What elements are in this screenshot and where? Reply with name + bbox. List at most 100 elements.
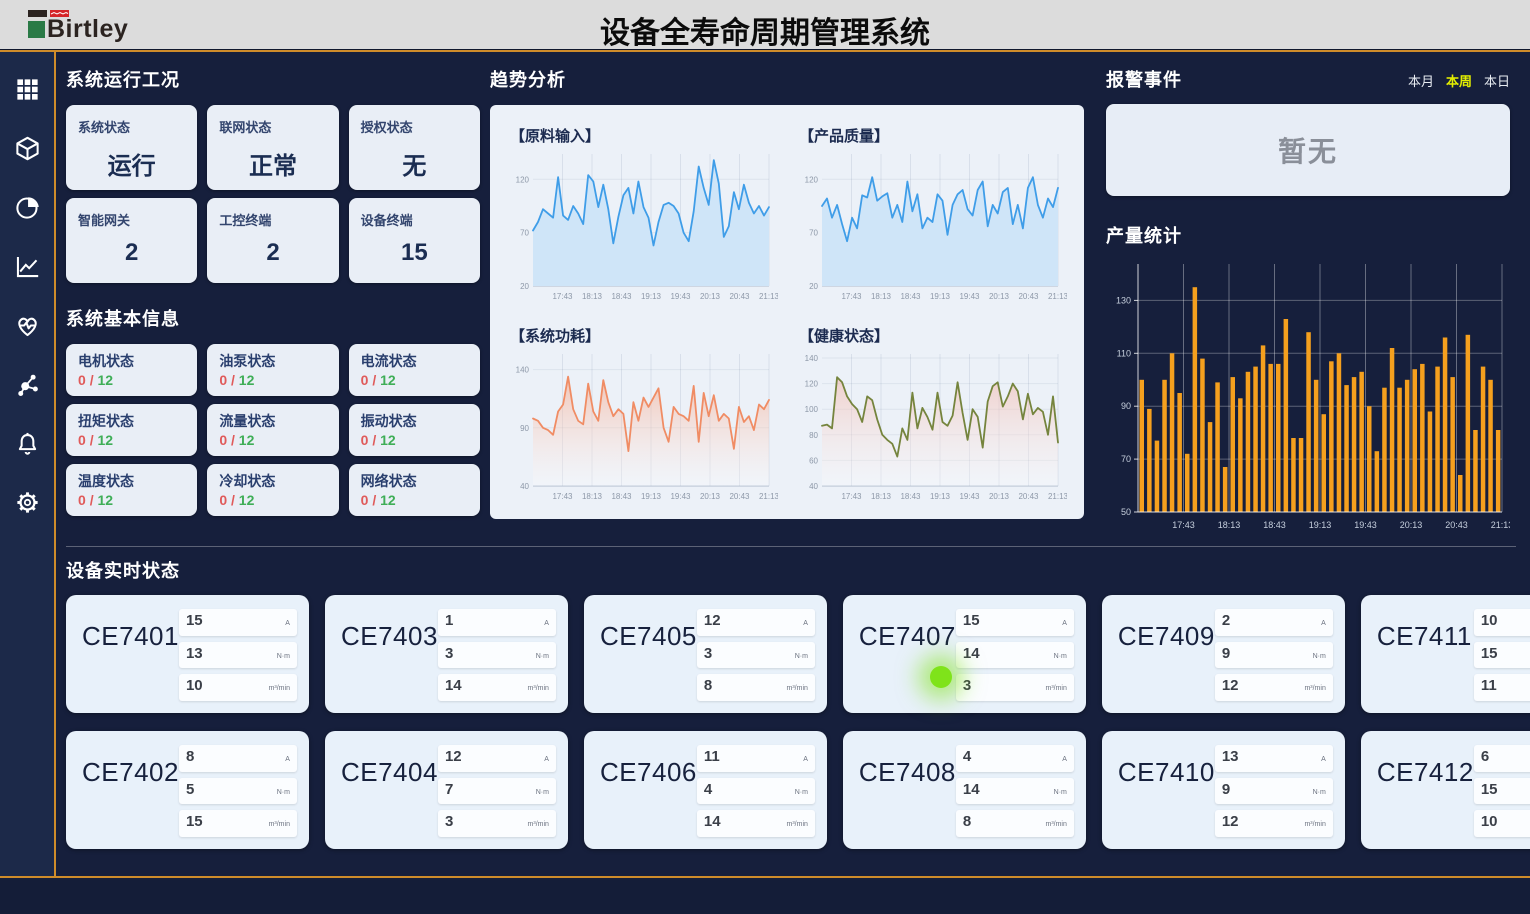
device-metric-unit: A — [1321, 756, 1326, 763]
svg-text:18:43: 18:43 — [900, 292, 921, 301]
apps-grid-icon[interactable] — [12, 74, 42, 104]
device-card[interactable]: CE7411 10 A 15 N·m 11 m³/min — [1361, 595, 1530, 713]
svg-text:100: 100 — [805, 405, 819, 414]
device-metric-row: 2 A — [1215, 609, 1333, 636]
alarm-empty-text: 暂无 — [1278, 130, 1338, 170]
device-card[interactable]: CE7405 12 A 3 N·m 8 m³/min — [584, 595, 827, 713]
device-card[interactable]: CE7412 6 A 15 N·m 10 m³/min — [1361, 731, 1530, 849]
device-name: CE7412 — [1377, 745, 1474, 837]
device-metric-row: 8 m³/min — [697, 674, 815, 701]
device-metric-unit: m³/min — [269, 821, 290, 828]
svg-text:17:43: 17:43 — [1172, 520, 1195, 530]
alarm-tab[interactable]: 本周 — [1446, 71, 1472, 90]
bell-icon[interactable] — [12, 428, 42, 458]
device-card[interactable]: CE7404 12 A 7 N·m 3 m³/min — [325, 731, 568, 849]
svg-text:90: 90 — [520, 424, 529, 433]
device-metric-value: 8 — [704, 677, 712, 694]
svg-text:19:43: 19:43 — [1354, 520, 1377, 530]
device-metric-row: 12 A — [697, 609, 815, 636]
svg-text:60: 60 — [809, 456, 818, 465]
svg-text:21:13: 21:13 — [1048, 292, 1067, 301]
device-metric-unit: N·m — [1313, 789, 1326, 796]
svg-text:120: 120 — [516, 175, 530, 184]
info-card-count: 0 / 12 — [219, 432, 326, 448]
device-card[interactable]: CE7407 15 A 14 N·m 3 m³/min — [843, 595, 1086, 713]
info-card-count: 0 / 12 — [361, 432, 468, 448]
svg-text:70: 70 — [809, 229, 818, 238]
device-metric-unit: m³/min — [787, 821, 808, 828]
info-count-current: 0 — [219, 492, 227, 508]
alarm-tab[interactable]: 本日 — [1484, 71, 1510, 90]
info-count-current: 0 — [78, 492, 86, 508]
info-count-total: 12 — [239, 372, 255, 388]
trend-chart: 【原料输入】17:4318:1318:4319:1319:4320:1320:4… — [500, 115, 789, 315]
pie-chart-icon[interactable] — [12, 192, 42, 222]
cube-icon[interactable] — [12, 133, 42, 163]
info-count-total: 12 — [97, 432, 113, 448]
molecule-icon[interactable] — [12, 369, 42, 399]
device-metric-value: 8 — [963, 813, 971, 830]
device-metric-unit: A — [1321, 620, 1326, 627]
device-metric-row: 3 m³/min — [438, 810, 556, 837]
device-metric-row: 4 A — [956, 745, 1074, 772]
alarm-tab[interactable]: 本月 — [1408, 71, 1434, 90]
trend-chart-title: 【健康状态】 — [799, 325, 1074, 346]
svg-text:19:13: 19:13 — [930, 292, 951, 301]
status-card-value: 运行 — [78, 146, 185, 181]
device-metric-unit: m³/min — [1304, 685, 1325, 692]
gear-icon[interactable] — [12, 487, 42, 517]
device-metrics: 10 A 15 N·m 11 m³/min — [1474, 609, 1530, 701]
status-card: 智能网关 2 — [66, 198, 197, 283]
device-card[interactable]: CE7408 4 A 14 N·m 8 m³/min — [843, 731, 1086, 849]
device-name: CE7411 — [1377, 609, 1474, 701]
device-metrics: 11 A 4 N·m 14 m³/min — [697, 745, 815, 837]
svg-text:140: 140 — [516, 366, 530, 375]
status-card-value: 15 — [361, 239, 468, 267]
system-info-title: 系统基本信息 — [66, 305, 480, 331]
device-metric-row: 9 N·m — [1215, 778, 1333, 805]
device-card[interactable]: CE7410 13 A 9 N·m 12 m³/min — [1102, 731, 1345, 849]
device-metric-row: 11 A — [697, 745, 815, 772]
status-card: 联网状态 正常 — [207, 105, 338, 190]
device-card[interactable]: CE7403 1 A 3 N·m 14 m³/min — [325, 595, 568, 713]
info-card-count: 0 / 12 — [219, 372, 326, 388]
status-card-label: 授权状态 — [361, 117, 468, 136]
device-metric-row: 10 m³/min — [1474, 810, 1530, 837]
status-card-value: 正常 — [219, 146, 326, 181]
status-card-label: 智能网关 — [78, 210, 185, 229]
device-card[interactable]: CE7402 8 A 5 N·m 15 m³/min — [66, 731, 309, 849]
health-monitor-icon[interactable] — [12, 310, 42, 340]
device-metric-unit: A — [803, 756, 808, 763]
device-metric-row: 9 N·m — [1215, 642, 1333, 669]
device-metric-value: 2 — [1222, 612, 1230, 629]
status-card-label: 联网状态 — [219, 117, 326, 136]
info-count-total: 12 — [97, 492, 113, 508]
device-metric-row: 14 N·m — [956, 642, 1074, 669]
status-card-value: 无 — [361, 146, 468, 181]
device-card[interactable]: CE7409 2 A 9 N·m 12 m³/min — [1102, 595, 1345, 713]
trend-chart-svg: 17:4318:1318:4319:1319:4320:1320:4321:13… — [506, 348, 778, 506]
device-card[interactable]: CE7406 11 A 4 N·m 14 m³/min — [584, 731, 827, 849]
svg-text:140: 140 — [805, 354, 819, 363]
svg-text:17:43: 17:43 — [552, 292, 573, 301]
line-chart-icon[interactable] — [12, 251, 42, 281]
info-count-current: 0 — [78, 372, 86, 388]
device-card[interactable]: CE7401 15 A 13 N·m 10 m³/min — [66, 595, 309, 713]
svg-text:18:43: 18:43 — [611, 292, 632, 301]
device-metric-row: 3 m³/min — [956, 674, 1074, 701]
device-metric-value: 6 — [1481, 748, 1489, 765]
device-name: CE7402 — [82, 745, 179, 837]
device-metric-unit: A — [544, 756, 549, 763]
svg-text:20:13: 20:13 — [989, 292, 1010, 301]
device-name: CE7410 — [1118, 745, 1215, 837]
section-alarm-production: 报警事件 本月本周本日 暂无 产量统计 17:4318:1318:4319:13… — [1106, 66, 1510, 541]
device-metric-unit: A — [1062, 620, 1067, 627]
device-metric-unit: A — [285, 620, 290, 627]
app-header: Birtley 设备全寿命周期管理系统 — [0, 0, 1530, 50]
svg-text:120: 120 — [805, 380, 819, 389]
device-metric-value: 14 — [963, 645, 980, 662]
status-card: 设备终端 15 — [349, 198, 480, 283]
info-card-label: 电流状态 — [361, 351, 468, 371]
device-metric-row: 11 m³/min — [1474, 674, 1530, 701]
device-metric-row: 14 N·m — [956, 778, 1074, 805]
